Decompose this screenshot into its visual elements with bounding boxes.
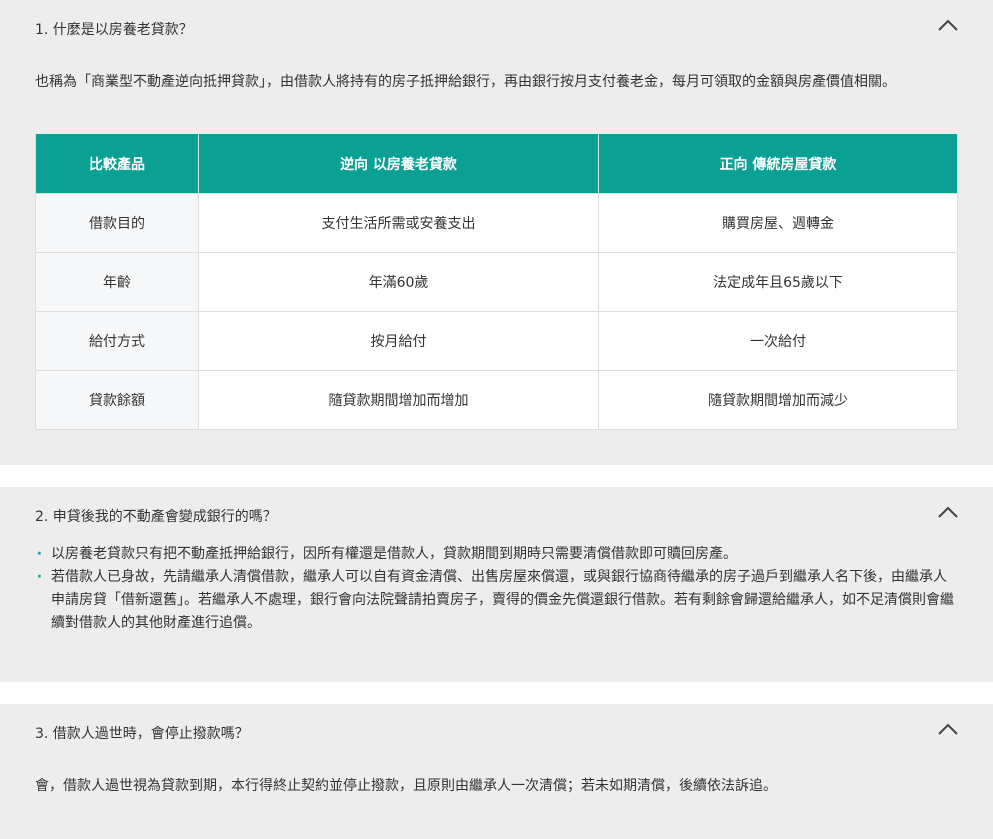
- table-row: 借款目的 支付生活所需或安養支出 購買房屋、週轉金: [35, 193, 958, 253]
- table-header-cell: 逆向 以房養老貸款: [198, 134, 599, 194]
- table-cell: 年滿60歲: [198, 252, 599, 312]
- faq-question[interactable]: 3. 借款人過世時，會停止撥款嗎？: [35, 724, 249, 744]
- list-item-text: 若借款人已身故，先請繼承人清償借款，繼承人可以自有資金清償、出售房屋來償還，或與…: [51, 569, 954, 631]
- table-row-head: 借款目的: [35, 193, 199, 253]
- table-cell: 法定成年且65歲以下: [598, 252, 958, 312]
- table-row: 給付方式 按月給付 一次給付: [35, 311, 958, 371]
- faq-question[interactable]: 2. 申貸後我的不動產會變成銀行的嗎？: [35, 507, 277, 527]
- faq-question[interactable]: 1. 什麼是以房養老貸款？: [35, 20, 193, 40]
- bullet-list: ‧ 以房養老貸款只有把不動產抵押給銀行，因所有權還是借款人，貸款期間到期時只需要…: [35, 543, 957, 635]
- chevron-up-icon[interactable]: [937, 504, 959, 520]
- table-header-cell: 比較產品: [35, 134, 199, 194]
- table-row-head: 給付方式: [35, 311, 199, 371]
- faq-item-2: 2. 申貸後我的不動產會變成銀行的嗎？ ‧ 以房養老貸款只有把不動產抵押給銀行，…: [0, 487, 993, 682]
- faq-answer: 會，借款人過世視為貸款到期，本行得終止契約並停止撥款，且原則由繼承人一次清償；若…: [35, 778, 777, 794]
- faq-item-1: 1. 什麼是以房養老貸款？ 也稱為「商業型不動產逆向抵押貸款」，由借款人將持有的…: [0, 0, 993, 465]
- table-cell: 一次給付: [598, 311, 958, 371]
- table-cell: 購買房屋、週轉金: [598, 193, 958, 253]
- table-row-head: 年齡: [35, 252, 199, 312]
- table-row-head: 貸款餘額: [35, 370, 199, 430]
- list-item: ‧ 以房養老貸款只有把不動產抵押給銀行，因所有權還是借款人，貸款期間到期時只需要…: [35, 543, 957, 566]
- comparison-table: 比較產品 逆向 以房養老貸款 正向 傳統房屋貸款 借款目的 支付生活所需或安養支…: [35, 134, 958, 430]
- table-cell: 支付生活所需或安養支出: [198, 193, 599, 253]
- table-row: 貸款餘額 隨貸款期間增加而增加 隨貸款期間增加而減少: [35, 370, 958, 430]
- table-header-cell: 正向 傳統房屋貸款: [598, 134, 958, 194]
- faq-answer: 也稱為「商業型不動產逆向抵押貸款」，由借款人將持有的房子抵押給銀行，再由銀行按月…: [35, 74, 896, 90]
- table-row: 年齡 年滿60歲 法定成年且65歲以下: [35, 252, 958, 312]
- bullet-icon: ‧: [37, 546, 42, 562]
- table-cell: 隨貸款期間增加而增加: [198, 370, 599, 430]
- list-item-text: 以房養老貸款只有把不動產抵押給銀行，因所有權還是借款人，貸款期間到期時只需要清償…: [51, 546, 737, 562]
- faq-answer: ‧ 以房養老貸款只有把不動產抵押給銀行，因所有權還是借款人，貸款期間到期時只需要…: [35, 543, 957, 635]
- bullet-icon: ‧: [37, 569, 42, 585]
- table-header-row: 比較產品 逆向 以房養老貸款 正向 傳統房屋貸款: [35, 134, 958, 194]
- table-cell: 按月給付: [198, 311, 599, 371]
- chevron-up-icon[interactable]: [937, 17, 959, 33]
- chevron-up-icon[interactable]: [937, 721, 959, 737]
- list-item: ‧ 若借款人已身故，先請繼承人清償借款，繼承人可以自有資金清償、出售房屋來償還，…: [35, 566, 957, 635]
- table-cell: 隨貸款期間增加而減少: [598, 370, 958, 430]
- faq-item-3: 3. 借款人過世時，會停止撥款嗎？ 會，借款人過世視為貸款到期，本行得終止契約並…: [0, 704, 993, 839]
